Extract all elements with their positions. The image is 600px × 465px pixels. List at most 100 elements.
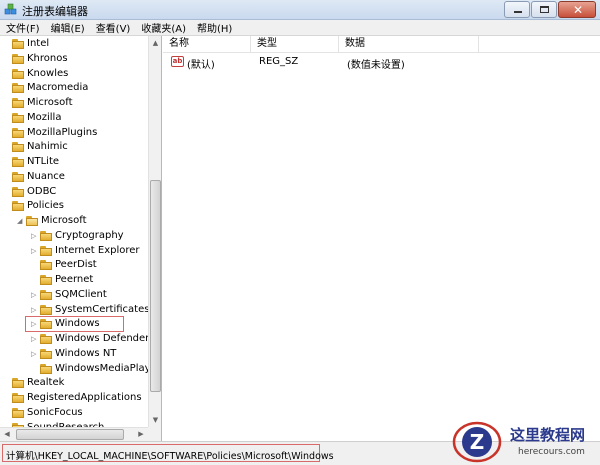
tree-item-label: Realtek bbox=[27, 377, 65, 389]
tree-item[interactable]: ▷ Windows NT bbox=[0, 347, 148, 362]
folder-icon bbox=[12, 83, 24, 94]
close-icon: ✕ bbox=[573, 3, 584, 17]
folder-icon bbox=[40, 230, 52, 241]
tree-item[interactable]: NTLite bbox=[0, 155, 148, 170]
folder-icon bbox=[40, 289, 52, 300]
folder-icon bbox=[12, 186, 24, 197]
tree-item-label: Internet Explorer bbox=[55, 244, 140, 256]
tree-item[interactable]: Realtek bbox=[0, 376, 148, 391]
tree-item[interactable]: ◢ Microsoft bbox=[0, 214, 148, 229]
value-row-default[interactable]: ab (默认) REG_SZ (数值未设置) bbox=[163, 54, 600, 71]
folder-icon bbox=[26, 216, 38, 226]
value-name: (默认) bbox=[187, 60, 215, 71]
maximize-button[interactable] bbox=[531, 1, 557, 18]
tree-item-label: Nuance bbox=[27, 170, 65, 182]
scroll-right-icon[interactable]: ▶ bbox=[134, 428, 148, 441]
tree-item[interactable]: PeerDist bbox=[0, 258, 148, 273]
expand-arrow-icon[interactable]: ▷ bbox=[31, 350, 38, 358]
column-header-name[interactable]: 名称 bbox=[163, 36, 251, 52]
minimize-button[interactable] bbox=[504, 1, 530, 18]
tree-item-label: Policies bbox=[27, 200, 64, 212]
expand-arrow-icon[interactable]: ▷ bbox=[31, 306, 38, 314]
value-data: (数值未设置) bbox=[347, 60, 405, 71]
scroll-corner bbox=[148, 427, 161, 441]
tree-item-label: Mozilla bbox=[27, 111, 62, 123]
tree-item-label: ODBC bbox=[27, 185, 57, 197]
tree-item[interactable]: ▷ Internet Explorer bbox=[0, 244, 148, 259]
maximize-icon bbox=[540, 6, 549, 13]
status-path: 计算机\HKEY_LOCAL_MACHINE\SOFTWARE\Policies… bbox=[6, 451, 334, 462]
tree-item-label: NTLite bbox=[27, 156, 60, 167]
tree-item[interactable]: ODBC bbox=[0, 185, 148, 200]
tree-item-label: Khronos bbox=[27, 52, 68, 64]
tree-item[interactable]: ▷ Windows Defender bbox=[0, 332, 150, 347]
tree-item[interactable]: Nahimic bbox=[0, 140, 148, 155]
tree-item[interactable]: ▷ Cryptography bbox=[0, 229, 148, 244]
tree-item[interactable]: Mozilla bbox=[0, 111, 148, 126]
tree-item[interactable]: WindowsMediaPlayer bbox=[0, 362, 161, 377]
column-header-type[interactable]: 类型 bbox=[251, 36, 339, 52]
tree-item[interactable]: Macromedia bbox=[0, 81, 148, 96]
registry-tree-pane: Intel Khronos Knowles Macromedia Microsoft Mo… bbox=[0, 36, 162, 441]
watermark-url: herecours.com bbox=[518, 447, 585, 457]
tree-item-label: SystemCertificates bbox=[55, 303, 150, 315]
registry-app-icon bbox=[4, 3, 17, 15]
scroll-left-icon[interactable]: ◀ bbox=[0, 428, 14, 441]
scroll-up-icon[interactable]: ▲ bbox=[149, 36, 161, 50]
tree-item[interactable]: Microsoft bbox=[0, 96, 148, 111]
folder-icon bbox=[40, 304, 52, 315]
tree-item[interactable]: Intel bbox=[0, 37, 148, 52]
folder-icon bbox=[12, 39, 24, 49]
expand-arrow-icon[interactable]: ▷ bbox=[31, 335, 38, 343]
menu-view[interactable]: 查看(V) bbox=[96, 20, 131, 35]
tree-item[interactable]: Peernet bbox=[0, 273, 148, 288]
tree-item-label: SQMClient bbox=[55, 288, 107, 300]
tree-item[interactable]: SonicFocus bbox=[0, 406, 148, 421]
tree-item-label: Intel bbox=[27, 38, 50, 49]
expand-arrow-icon[interactable]: ▷ bbox=[31, 291, 38, 299]
menu-file[interactable]: 文件(F) bbox=[6, 20, 40, 35]
tree-item-label: Windows Defender bbox=[55, 333, 150, 344]
list-header: 名称 类型 数据 bbox=[163, 36, 600, 53]
tree-item[interactable]: MozillaPlugins bbox=[0, 126, 148, 141]
folder-icon bbox=[12, 157, 24, 167]
folder-icon bbox=[40, 334, 52, 344]
menu-bar: 文件(F) 编辑(E) 查看(V) 收藏夹(A) 帮助(H) bbox=[0, 20, 600, 36]
tree-vertical-scrollbar[interactable]: ▲ ▼ bbox=[148, 36, 161, 427]
folder-icon bbox=[40, 245, 52, 256]
folder-icon bbox=[12, 68, 24, 79]
expand-arrow-icon[interactable]: ▷ bbox=[31, 232, 38, 240]
tree-item-label: Cryptography bbox=[55, 229, 124, 241]
tree-item[interactable]: Policies bbox=[0, 199, 148, 214]
folder-icon bbox=[12, 201, 24, 212]
value-type: REG_SZ bbox=[259, 56, 299, 67]
watermark-title: 这里教程网 bbox=[510, 426, 586, 444]
tree-horizontal-scrollbar[interactable]: ◀ ▶ bbox=[0, 427, 148, 441]
folder-icon bbox=[40, 275, 52, 285]
collapse-arrow-icon[interactable]: ◢ bbox=[17, 217, 24, 225]
menu-favorites[interactable]: 收藏夹(A) bbox=[141, 20, 186, 35]
tree-item[interactable]: Nuance bbox=[0, 170, 148, 185]
column-header-data[interactable]: 数据 bbox=[339, 36, 479, 52]
menu-edit[interactable]: 编辑(E) bbox=[51, 20, 85, 35]
tree-item[interactable]: Khronos bbox=[0, 52, 148, 67]
tree-item[interactable]: RegisteredApplications bbox=[0, 391, 148, 406]
folder-icon bbox=[12, 53, 24, 64]
tree-horizontal-scroll-thumb[interactable] bbox=[16, 429, 124, 440]
tree-vertical-scroll-thumb[interactable] bbox=[150, 180, 161, 392]
folder-icon bbox=[12, 142, 24, 153]
menu-help[interactable]: 帮助(H) bbox=[197, 20, 232, 35]
folder-icon bbox=[40, 348, 52, 359]
expand-arrow-icon[interactable]: ▷ bbox=[31, 247, 38, 255]
tree-item[interactable]: ▷ SQMClient bbox=[0, 288, 148, 303]
tree-item-label: PeerDist bbox=[55, 259, 97, 271]
folder-icon bbox=[12, 112, 24, 123]
window-controls: ✕ bbox=[503, 1, 596, 18]
tree-item-label: Peernet bbox=[55, 274, 94, 285]
scroll-down-icon[interactable]: ▼ bbox=[149, 413, 161, 427]
folder-icon bbox=[12, 378, 24, 389]
tree-item[interactable]: Knowles bbox=[0, 67, 148, 82]
close-button[interactable]: ✕ bbox=[558, 1, 596, 18]
